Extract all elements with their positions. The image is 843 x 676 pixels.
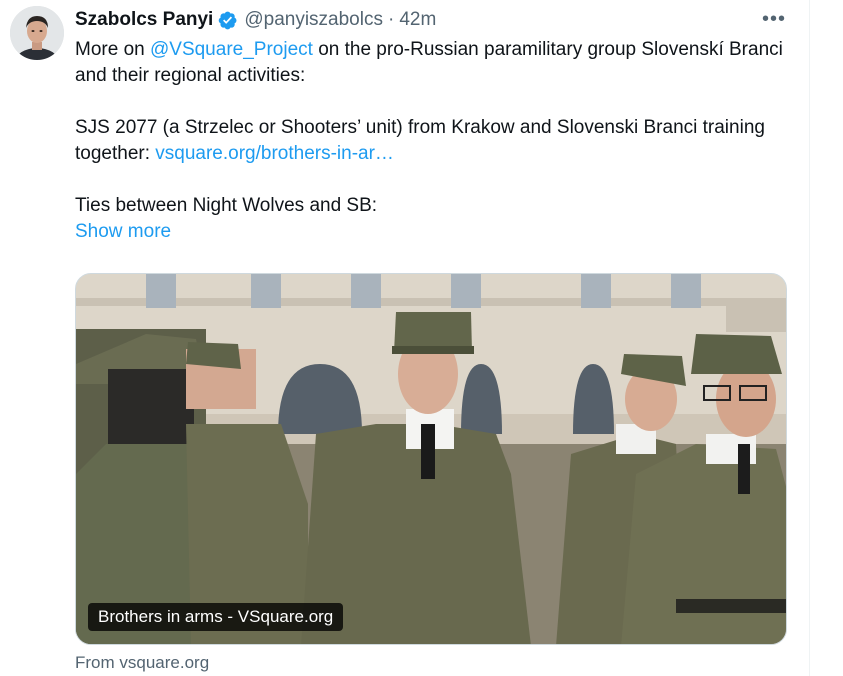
tweet-header: Szabolcs Panyi @panyiszabolcs · 42m <box>75 6 436 34</box>
ellipsis-icon: ••• <box>761 7 786 30</box>
tweet-paragraph-3: Ties between Night Wolves and SB: Show mo… <box>75 193 795 245</box>
separator-dot: · <box>387 9 395 30</box>
tweet-paragraph-1: More on @VSquare_Project on the pro-Russ… <box>75 37 795 89</box>
author-handle[interactable]: @panyiszabolcs <box>244 9 383 31</box>
show-more-link[interactable]: Show more <box>75 219 795 245</box>
link-card-image[interactable]: Brothers in arms - VSquare.org <box>75 273 787 645</box>
timeline-column-border <box>809 0 810 676</box>
card-caption: Brothers in arms - VSquare.org <box>88 603 344 631</box>
text-segment: Ties between Night Wolves and SB: <box>75 195 378 216</box>
verified-badge-icon <box>219 11 237 29</box>
more-options-button[interactable]: ••• <box>760 6 788 32</box>
article-link[interactable]: vsquare.org/brothers-in-ar… <box>155 143 394 164</box>
timestamp[interactable]: 42m <box>399 9 436 31</box>
tweet-paragraph-2: SJS 2077 (a Strzelec or Shooters’ unit) … <box>75 115 795 167</box>
author-name[interactable]: Szabolcs Panyi <box>75 9 213 31</box>
text-segment: More on <box>75 39 150 60</box>
mention-link[interactable]: @VSquare_Project <box>150 39 313 60</box>
tweet-text: More on @VSquare_Project on the pro-Russ… <box>75 37 795 245</box>
soldiers-photo <box>76 274 786 644</box>
card-source[interactable]: From vsquare.org <box>75 653 209 673</box>
avatar[interactable] <box>10 6 64 60</box>
